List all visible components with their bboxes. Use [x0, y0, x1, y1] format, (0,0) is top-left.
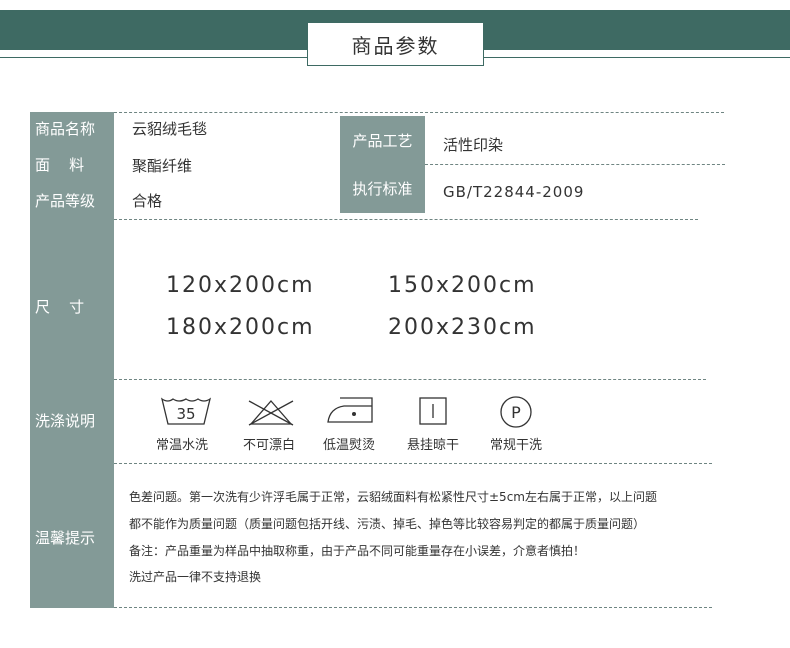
divider-bottom — [114, 607, 712, 608]
dry-clean-icon: P — [500, 396, 532, 428]
tips-line: 色差问题。第一次洗有少许浮毛属于正常，云貂绒面料有松紧性尺寸±5cm左右属于正常… — [129, 490, 657, 504]
process-label: 产品工艺 — [352, 131, 413, 150]
tips-line: 都不能作为质量问题（质量问题包括开线、污渍、掉毛、掉色等比较容易判定的都属于质量… — [129, 517, 646, 531]
tips-line: 洗过产品一律不支持退换 — [129, 570, 262, 584]
name-label: 商品名称 — [35, 120, 96, 138]
size-item: 150x200cm — [388, 273, 537, 298]
size-item: 200x230cm — [388, 315, 537, 340]
divider-mid — [425, 164, 725, 165]
hang-caption: 悬挂晾干 — [407, 438, 460, 453]
wash-caption: 常温水洗 — [156, 438, 209, 453]
page-title: 商品参数 — [307, 22, 484, 66]
standard-value: GB/T22844-2009 — [443, 183, 585, 201]
name-value: 云貂绒毛毯 — [132, 120, 208, 138]
wash-temperature: 35 — [176, 405, 195, 423]
size-item: 180x200cm — [166, 315, 315, 340]
iron-low-icon — [327, 397, 373, 423]
dryclean-caption: 常规干洗 — [490, 438, 543, 453]
divider-size — [114, 379, 706, 380]
divider-wash — [114, 463, 712, 464]
standard-label: 执行标准 — [352, 180, 413, 199]
process-value: 活性印染 — [443, 136, 504, 154]
grade-value: 合格 — [132, 192, 163, 210]
wash-tub-icon: 35 — [160, 397, 212, 425]
no-bleach-icon — [248, 400, 294, 426]
wash-label: 洗涤说明 — [35, 412, 96, 430]
grade-label: 产品等级 — [35, 192, 96, 210]
inner-label-block: 产品工艺 执行标准 — [340, 116, 425, 213]
tips-label: 温馨提示 — [35, 529, 96, 547]
material-label: 面 料 — [35, 156, 85, 174]
hang-dry-icon — [419, 397, 447, 425]
size-label: 尺 寸 — [35, 298, 85, 316]
divider-params — [114, 219, 698, 220]
iron-caption: 低温熨烫 — [323, 438, 376, 453]
divider-top — [114, 112, 724, 113]
tips-line: 备注：产品重量为样品中抽取称重，由于产品不同可能重量存在小误差，介意者慎拍！ — [129, 544, 586, 558]
bleach-caption: 不可漂白 — [243, 438, 296, 453]
material-value: 聚酯纤维 — [132, 157, 193, 175]
dry-clean-letter: P — [511, 403, 521, 422]
size-item: 120x200cm — [166, 273, 315, 298]
